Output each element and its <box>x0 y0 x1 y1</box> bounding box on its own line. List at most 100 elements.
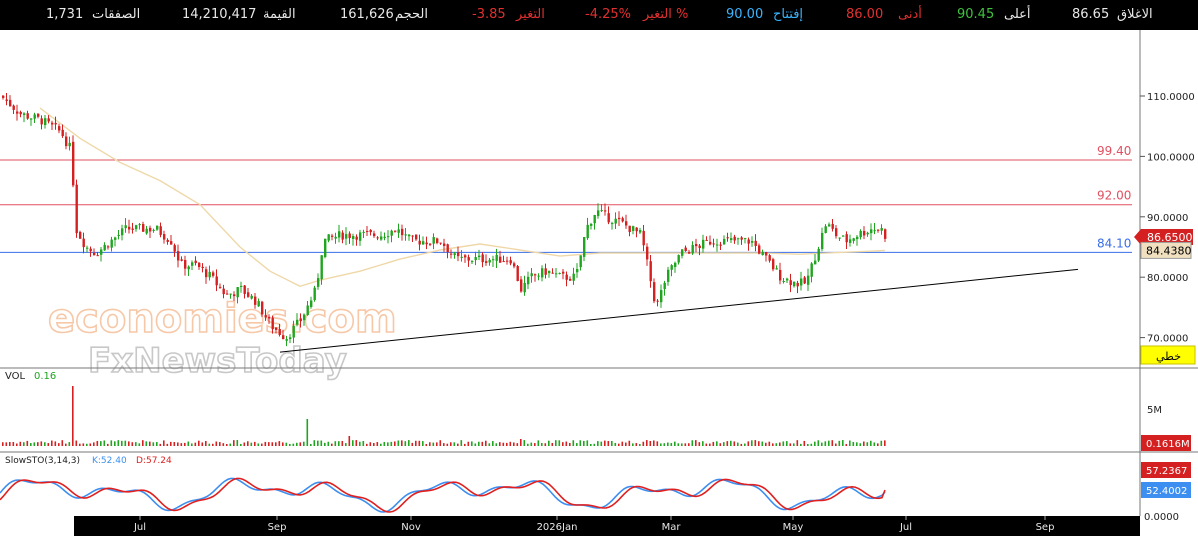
volume-bar <box>366 443 368 446</box>
candle-body <box>152 229 155 231</box>
volume-bar <box>712 441 715 446</box>
volume-bar <box>117 440 120 446</box>
volume-bar <box>226 443 228 446</box>
candle-body <box>439 242 442 244</box>
volume-bar <box>663 443 666 446</box>
volume-bar <box>877 443 879 446</box>
volume-bar <box>341 440 344 446</box>
candle-body <box>551 272 554 274</box>
volume-bar <box>254 441 256 446</box>
volume-bar <box>418 440 421 446</box>
price-panel: economies.com FxNewsToday 99.40 92.00 84.1… <box>0 30 1140 382</box>
trades-label: الصفقات <box>92 7 141 22</box>
volume-title: VOL <box>5 371 26 382</box>
volume-bar <box>772 443 774 446</box>
volume-bar <box>170 441 172 446</box>
candle-body <box>880 228 883 231</box>
volume-bar <box>873 442 876 446</box>
candle-body <box>177 251 180 261</box>
volume-bar <box>597 441 599 446</box>
linear-button[interactable]: خطي <box>1140 345 1196 365</box>
candle-body <box>740 237 743 240</box>
candle-body <box>859 230 862 238</box>
volume-bar <box>740 443 743 446</box>
candle-body <box>247 292 250 297</box>
volume-bar <box>579 440 582 446</box>
candle-body <box>481 254 484 263</box>
volume-bar <box>145 441 148 446</box>
time-tick-label: Mar <box>662 522 682 533</box>
volume-bar <box>758 441 760 446</box>
volume-bar <box>604 440 606 446</box>
volume-bar <box>100 441 102 446</box>
value-label: القيمة <box>263 7 296 22</box>
candle-body <box>72 141 75 186</box>
candle-body <box>303 314 306 321</box>
volume-bar <box>677 443 680 446</box>
candle-body <box>593 215 596 224</box>
candle-body <box>488 259 491 263</box>
volume-bar <box>716 441 718 446</box>
volume-bar <box>824 441 827 446</box>
candle-body <box>492 259 495 261</box>
candle-body <box>289 337 292 340</box>
candle-body <box>625 221 628 226</box>
candle-body <box>110 239 113 248</box>
linear-button-label[interactable]: خطي <box>1156 350 1181 363</box>
candle-body <box>205 269 208 278</box>
candle-body <box>719 244 722 246</box>
candle-body <box>222 288 225 295</box>
volume-bar <box>481 441 484 446</box>
volume-bar <box>184 442 186 446</box>
candle-body <box>16 111 19 114</box>
volume-bar <box>348 436 351 446</box>
candle-body <box>261 301 264 315</box>
candle-body <box>579 255 582 268</box>
time-tick-label: Sep <box>1036 522 1055 533</box>
volume-bar <box>653 440 655 446</box>
time-tick-label: Nov <box>401 522 421 533</box>
candle-body <box>240 285 243 287</box>
volume-bar <box>432 442 435 446</box>
volume-bar <box>796 440 799 446</box>
volume-bar <box>586 440 589 446</box>
candle-body <box>534 274 537 276</box>
volume-bar <box>173 442 176 446</box>
candle-body <box>47 118 50 122</box>
volume-bar <box>390 441 393 446</box>
volume-bar <box>180 443 183 446</box>
volume-bar <box>751 440 753 446</box>
volume-bar <box>884 440 886 446</box>
volume-bar <box>705 443 708 446</box>
candle-body <box>2 95 5 98</box>
volume-bar <box>761 441 764 446</box>
candle-body <box>37 113 40 117</box>
candle-body <box>761 251 764 256</box>
candle-body <box>278 328 281 336</box>
volume-bar <box>754 440 757 446</box>
candle-body <box>751 241 754 243</box>
volume-bar <box>436 442 438 446</box>
candle-body <box>586 224 589 239</box>
volume-bar <box>429 442 431 446</box>
candle-body <box>583 237 586 257</box>
volume-bar <box>37 442 39 446</box>
candle-body <box>607 213 610 223</box>
candle-body <box>173 245 176 252</box>
volume-bar <box>320 440 323 446</box>
candle-body <box>383 236 386 238</box>
candle-body <box>562 271 565 274</box>
volume-bar <box>142 440 144 446</box>
candle-body <box>145 228 148 234</box>
stock-chart[interactable]: economies.com FxNewsToday 99.40 92.00 84.1… <box>0 30 1198 536</box>
stoch-title: SlowSTO(3,14,3) <box>5 456 80 466</box>
volume-bar <box>285 442 288 446</box>
volume-bar <box>807 443 809 446</box>
candle-body <box>726 237 729 239</box>
volume-bar <box>723 442 725 446</box>
volume-bar <box>103 440 106 446</box>
candle-body <box>170 241 173 245</box>
quote-bar: الاغلاق 86.65 أعلى 90.45 أدنى 86.00 إفتت… <box>0 0 1198 30</box>
volume-bar <box>303 441 305 446</box>
candle-body <box>187 266 190 270</box>
